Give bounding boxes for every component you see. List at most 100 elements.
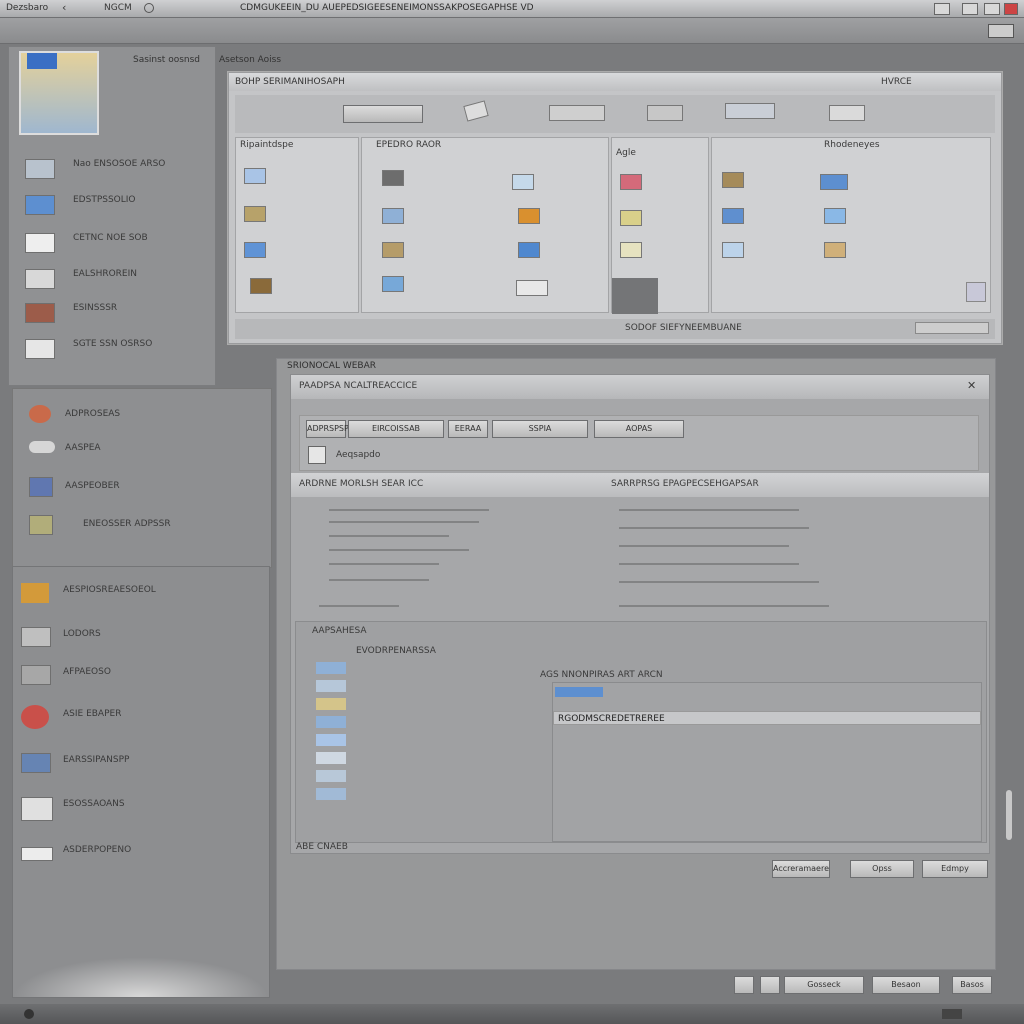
list-item[interactable]: SGTE SSN OSRSO [19, 335, 209, 365]
corner-icon[interactable] [966, 282, 986, 302]
list-item[interactable]: ADPROSEAS [23, 403, 263, 433]
item-icon[interactable] [382, 170, 404, 186]
list-item[interactable]: EDSTPSSOLIO [19, 191, 209, 221]
document-icon [25, 233, 55, 253]
item-icon[interactable] [244, 206, 266, 222]
next-button[interactable]: Besaon [872, 976, 940, 994]
upper-toolbar [235, 95, 995, 133]
footer-field[interactable] [915, 322, 989, 334]
gear-icon[interactable] [144, 3, 154, 13]
file-icon [25, 269, 55, 289]
device-icon [21, 847, 53, 861]
scanner-icon[interactable] [463, 100, 489, 122]
tab-1[interactable]: ADPRSPSP [306, 420, 349, 438]
list-item[interactable]: EARSSIPANSPP [19, 751, 259, 781]
back-arrow-icon[interactable]: ‹ [62, 1, 66, 14]
menu-options-icon[interactable] [988, 24, 1014, 38]
list-item[interactable]: EALSHROREIN [19, 265, 209, 295]
item-icon[interactable] [820, 174, 848, 190]
list-item[interactable]: ASDERPOPENO [19, 843, 259, 873]
maximize-icon[interactable] [984, 3, 1000, 15]
item-icon[interactable] [722, 172, 744, 188]
item-icon[interactable] [316, 698, 346, 710]
item-icon[interactable] [382, 242, 404, 258]
list-item-label: ASDERPOPENO [63, 845, 132, 855]
tab-2[interactable]: EIRCOISSAB [348, 420, 444, 438]
list-item[interactable]: LODORS [19, 623, 259, 653]
list-item-label: ESOSSAOANS [63, 799, 125, 809]
tool-icon [21, 665, 51, 685]
item-icon[interactable] [316, 788, 346, 800]
cancel-button[interactable]: Edmpy [922, 860, 988, 878]
list-item[interactable]: ASIE EBAPER [19, 703, 259, 733]
selected-tab[interactable] [555, 687, 603, 697]
item-icon[interactable] [824, 242, 846, 258]
item-icon[interactable] [244, 242, 266, 258]
list-item-label: EDSTPSSOLIO [73, 195, 136, 205]
minimize-icon[interactable] [962, 3, 978, 15]
toolbar-tool-icon[interactable] [647, 105, 683, 121]
options-button[interactable]: Accreramaere [772, 860, 830, 878]
item-icon[interactable] [316, 680, 346, 692]
item-icon[interactable] [244, 168, 266, 184]
toolbar-tool-icon[interactable] [829, 105, 865, 121]
item-icon[interactable] [824, 208, 846, 224]
item-icon[interactable] [316, 770, 346, 782]
list-item[interactable]: ENEOSSER ADPSSR [23, 513, 263, 543]
finish-button[interactable]: Basos [952, 976, 992, 994]
toolbar-button[interactable] [343, 105, 423, 123]
globe-icon [21, 753, 51, 773]
list-item[interactable]: AFPAEOSO [19, 661, 259, 691]
list-item[interactable]: CETNC NOE SOB [19, 229, 209, 259]
small-button[interactable] [734, 976, 754, 994]
toolbar-tool-icon[interactable] [549, 105, 605, 121]
ok-button[interactable]: Opss [850, 860, 914, 878]
item-icon[interactable] [250, 278, 272, 294]
file-icon[interactable] [308, 446, 326, 464]
list-item[interactable]: ESINSSSR [19, 299, 209, 329]
back-button[interactable]: Gosseck [784, 976, 864, 994]
list-item[interactable]: AESPIOSREAESOEOL [19, 579, 259, 609]
spreadsheet-icon [25, 339, 55, 359]
item-icon[interactable] [512, 174, 534, 190]
section-title-right: AGS NNONPIRAS ART ARCN [540, 670, 663, 680]
tab-5[interactable]: AOPAS [594, 420, 684, 438]
list-item-label: ESINSSSR [73, 303, 118, 313]
decorative-swoosh [13, 957, 269, 997]
item-icon[interactable] [620, 242, 642, 258]
tab-3[interactable]: EERAA [448, 420, 488, 438]
app-name: Dezsbaro [6, 3, 49, 13]
item-icon[interactable] [316, 662, 346, 674]
item-icon[interactable] [722, 242, 744, 258]
help-icon[interactable] [934, 3, 950, 15]
item-icon[interactable] [518, 208, 540, 224]
item-label: Aeqsapdo [336, 450, 381, 460]
list-item[interactable]: AASPEA [23, 437, 263, 467]
badge-icon [29, 405, 51, 423]
scrollbar-thumb[interactable] [1006, 790, 1012, 840]
small-button[interactable] [760, 976, 780, 994]
item-icon[interactable] [316, 716, 346, 728]
item-icon[interactable] [382, 208, 404, 224]
item-icon[interactable] [516, 280, 548, 296]
item-icon[interactable] [620, 174, 642, 190]
item-icon[interactable] [620, 210, 642, 226]
item-icon[interactable] [382, 276, 404, 292]
item-icon[interactable] [316, 734, 346, 746]
section-title-right: SARRPRSG EPAGPECSEHGAPSAR [611, 479, 759, 489]
list-item-label: EARSSIPANSPP [63, 755, 130, 765]
list-item[interactable]: Nao ENSOSOE ARSO [19, 155, 209, 185]
list-item[interactable]: AASPEOBER [23, 475, 263, 505]
close-icon[interactable]: ✕ [967, 379, 976, 392]
tab-4[interactable]: SSPIA [492, 420, 588, 438]
close-icon[interactable] [1004, 3, 1018, 15]
item-icon[interactable] [316, 752, 346, 764]
item-icon[interactable] [722, 208, 744, 224]
monitor-icon [29, 477, 53, 497]
list-item[interactable]: ESOSSAOANS [19, 795, 259, 825]
item-icon[interactable] [518, 242, 540, 258]
cloud-icon [29, 441, 55, 453]
highlight-row[interactable]: RGODMSCREDETREREE [553, 711, 981, 725]
toolbar-tool-icon[interactable] [725, 103, 775, 119]
left-mid-panel: ADPROSEAS AASPEA AASPEOBER ENEOSSER ADPS… [12, 388, 272, 568]
